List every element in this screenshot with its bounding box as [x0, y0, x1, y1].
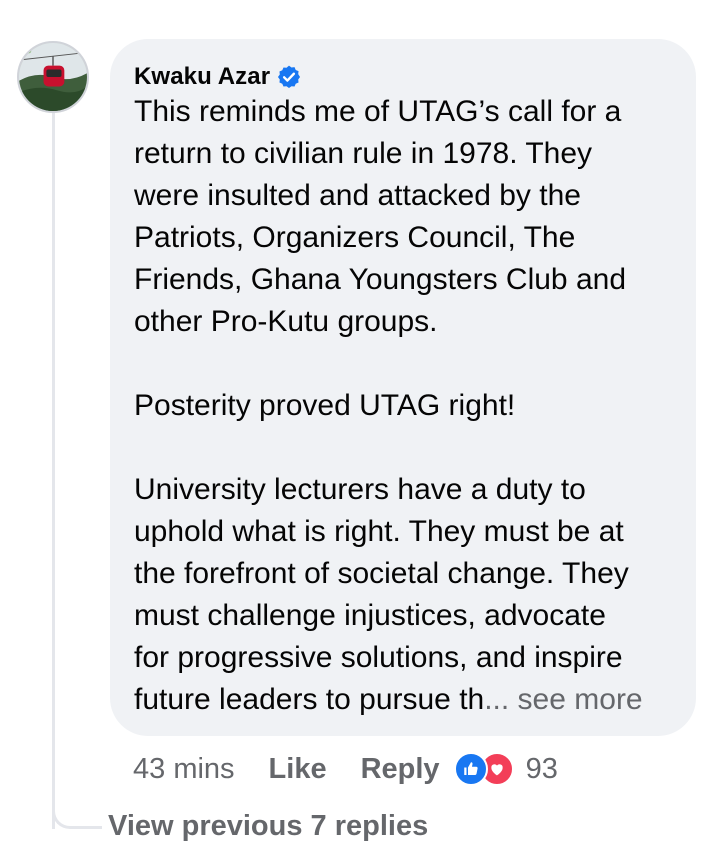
like-button[interactable]: Like	[269, 753, 327, 786]
reaction-count: 93	[525, 752, 558, 785]
comment-body: This reminds me of UTAG’s call for a ret…	[134, 95, 629, 716]
author-name[interactable]: Kwaku Azar	[134, 63, 270, 91]
comment-bubble: Kwaku Azar This reminds me of UTAG’s cal…	[110, 39, 696, 736]
thread-line	[52, 112, 55, 829]
view-previous-replies-link[interactable]: View previous 7 replies	[108, 810, 428, 850]
reply-button[interactable]: Reply	[361, 753, 440, 786]
comment-header: Kwaku Azar	[134, 61, 302, 93]
avatar-photo	[19, 43, 87, 111]
like-reaction-icon	[453, 752, 488, 786]
avatar[interactable]	[17, 41, 89, 113]
reactions-summary[interactable]: 93	[453, 752, 558, 786]
see-more-link[interactable]: ... see more	[484, 683, 642, 716]
comment-actions: 43 mins Like Reply 93	[133, 749, 558, 789]
verified-badge-icon	[276, 64, 302, 90]
timestamp[interactable]: 43 mins	[133, 753, 235, 786]
comment-text: This reminds me of UTAG’s call for a ret…	[134, 91, 684, 721]
thread-connector	[52, 806, 102, 829]
